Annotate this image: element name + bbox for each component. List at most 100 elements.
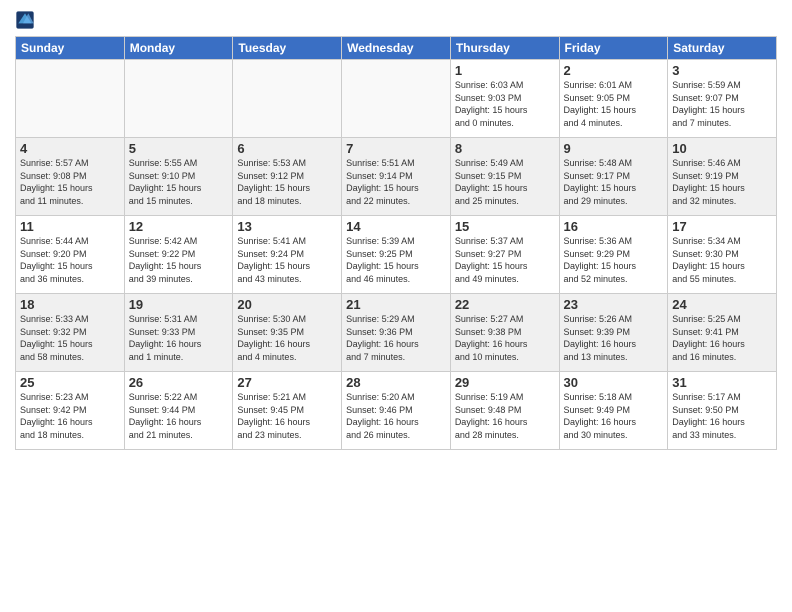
day-info: Sunrise: 5:31 AMSunset: 9:33 PMDaylight:… (129, 313, 229, 363)
day-info: Sunrise: 5:21 AMSunset: 9:45 PMDaylight:… (237, 391, 337, 441)
day-number: 1 (455, 63, 555, 78)
day-cell: 7Sunrise: 5:51 AMSunset: 9:14 PMDaylight… (342, 138, 451, 216)
day-info: Sunrise: 5:42 AMSunset: 9:22 PMDaylight:… (129, 235, 229, 285)
day-cell: 3Sunrise: 5:59 AMSunset: 9:07 PMDaylight… (668, 60, 777, 138)
day-info: Sunrise: 5:23 AMSunset: 9:42 PMDaylight:… (20, 391, 120, 441)
day-cell (233, 60, 342, 138)
day-cell: 21Sunrise: 5:29 AMSunset: 9:36 PMDayligh… (342, 294, 451, 372)
header-cell-friday: Friday (559, 37, 668, 60)
day-cell: 29Sunrise: 5:19 AMSunset: 9:48 PMDayligh… (450, 372, 559, 450)
day-cell: 24Sunrise: 5:25 AMSunset: 9:41 PMDayligh… (668, 294, 777, 372)
logo (15, 10, 37, 30)
day-number: 18 (20, 297, 120, 312)
day-info: Sunrise: 5:18 AMSunset: 9:49 PMDaylight:… (564, 391, 664, 441)
day-number: 16 (564, 219, 664, 234)
day-cell: 28Sunrise: 5:20 AMSunset: 9:46 PMDayligh… (342, 372, 451, 450)
header-cell-thursday: Thursday (450, 37, 559, 60)
day-info: Sunrise: 5:34 AMSunset: 9:30 PMDaylight:… (672, 235, 772, 285)
day-info: Sunrise: 5:29 AMSunset: 9:36 PMDaylight:… (346, 313, 446, 363)
day-cell: 22Sunrise: 5:27 AMSunset: 9:38 PMDayligh… (450, 294, 559, 372)
day-cell: 5Sunrise: 5:55 AMSunset: 9:10 PMDaylight… (124, 138, 233, 216)
day-number: 30 (564, 375, 664, 390)
day-cell: 17Sunrise: 5:34 AMSunset: 9:30 PMDayligh… (668, 216, 777, 294)
day-cell: 9Sunrise: 5:48 AMSunset: 9:17 PMDaylight… (559, 138, 668, 216)
day-number: 20 (237, 297, 337, 312)
day-number: 25 (20, 375, 120, 390)
day-cell: 13Sunrise: 5:41 AMSunset: 9:24 PMDayligh… (233, 216, 342, 294)
header-cell-tuesday: Tuesday (233, 37, 342, 60)
week-row-5: 25Sunrise: 5:23 AMSunset: 9:42 PMDayligh… (16, 372, 777, 450)
day-info: Sunrise: 5:36 AMSunset: 9:29 PMDaylight:… (564, 235, 664, 285)
header-cell-monday: Monday (124, 37, 233, 60)
day-number: 28 (346, 375, 446, 390)
day-info: Sunrise: 5:57 AMSunset: 9:08 PMDaylight:… (20, 157, 120, 207)
day-number: 17 (672, 219, 772, 234)
day-cell (124, 60, 233, 138)
day-info: Sunrise: 5:25 AMSunset: 9:41 PMDaylight:… (672, 313, 772, 363)
day-cell: 25Sunrise: 5:23 AMSunset: 9:42 PMDayligh… (16, 372, 125, 450)
day-info: Sunrise: 5:27 AMSunset: 9:38 PMDaylight:… (455, 313, 555, 363)
day-cell: 16Sunrise: 5:36 AMSunset: 9:29 PMDayligh… (559, 216, 668, 294)
day-cell (16, 60, 125, 138)
day-info: Sunrise: 5:53 AMSunset: 9:12 PMDaylight:… (237, 157, 337, 207)
header-cell-saturday: Saturday (668, 37, 777, 60)
day-info: Sunrise: 6:01 AMSunset: 9:05 PMDaylight:… (564, 79, 664, 129)
day-number: 4 (20, 141, 120, 156)
day-cell: 2Sunrise: 6:01 AMSunset: 9:05 PMDaylight… (559, 60, 668, 138)
day-cell: 23Sunrise: 5:26 AMSunset: 9:39 PMDayligh… (559, 294, 668, 372)
day-number: 21 (346, 297, 446, 312)
day-number: 8 (455, 141, 555, 156)
day-cell: 27Sunrise: 5:21 AMSunset: 9:45 PMDayligh… (233, 372, 342, 450)
day-info: Sunrise: 5:51 AMSunset: 9:14 PMDaylight:… (346, 157, 446, 207)
day-info: Sunrise: 5:48 AMSunset: 9:17 PMDaylight:… (564, 157, 664, 207)
day-cell: 8Sunrise: 5:49 AMSunset: 9:15 PMDaylight… (450, 138, 559, 216)
day-number: 10 (672, 141, 772, 156)
day-cell: 14Sunrise: 5:39 AMSunset: 9:25 PMDayligh… (342, 216, 451, 294)
day-cell (342, 60, 451, 138)
day-info: Sunrise: 5:19 AMSunset: 9:48 PMDaylight:… (455, 391, 555, 441)
day-cell: 19Sunrise: 5:31 AMSunset: 9:33 PMDayligh… (124, 294, 233, 372)
day-cell: 31Sunrise: 5:17 AMSunset: 9:50 PMDayligh… (668, 372, 777, 450)
day-info: Sunrise: 5:46 AMSunset: 9:19 PMDaylight:… (672, 157, 772, 207)
week-row-1: 1Sunrise: 6:03 AMSunset: 9:03 PMDaylight… (16, 60, 777, 138)
day-cell: 26Sunrise: 5:22 AMSunset: 9:44 PMDayligh… (124, 372, 233, 450)
day-cell: 6Sunrise: 5:53 AMSunset: 9:12 PMDaylight… (233, 138, 342, 216)
calendar-table: SundayMondayTuesdayWednesdayThursdayFrid… (15, 36, 777, 450)
day-number: 3 (672, 63, 772, 78)
day-info: Sunrise: 5:33 AMSunset: 9:32 PMDaylight:… (20, 313, 120, 363)
header-cell-sunday: Sunday (16, 37, 125, 60)
day-number: 23 (564, 297, 664, 312)
day-number: 31 (672, 375, 772, 390)
day-number: 9 (564, 141, 664, 156)
day-number: 11 (20, 219, 120, 234)
day-number: 14 (346, 219, 446, 234)
day-number: 2 (564, 63, 664, 78)
day-number: 15 (455, 219, 555, 234)
day-info: Sunrise: 5:37 AMSunset: 9:27 PMDaylight:… (455, 235, 555, 285)
day-cell: 30Sunrise: 5:18 AMSunset: 9:49 PMDayligh… (559, 372, 668, 450)
day-info: Sunrise: 5:44 AMSunset: 9:20 PMDaylight:… (20, 235, 120, 285)
day-cell: 12Sunrise: 5:42 AMSunset: 9:22 PMDayligh… (124, 216, 233, 294)
day-info: Sunrise: 5:55 AMSunset: 9:10 PMDaylight:… (129, 157, 229, 207)
day-number: 24 (672, 297, 772, 312)
day-info: Sunrise: 5:22 AMSunset: 9:44 PMDaylight:… (129, 391, 229, 441)
day-cell: 4Sunrise: 5:57 AMSunset: 9:08 PMDaylight… (16, 138, 125, 216)
day-cell: 20Sunrise: 5:30 AMSunset: 9:35 PMDayligh… (233, 294, 342, 372)
day-info: Sunrise: 5:30 AMSunset: 9:35 PMDaylight:… (237, 313, 337, 363)
week-row-2: 4Sunrise: 5:57 AMSunset: 9:08 PMDaylight… (16, 138, 777, 216)
day-info: Sunrise: 5:49 AMSunset: 9:15 PMDaylight:… (455, 157, 555, 207)
day-info: Sunrise: 5:20 AMSunset: 9:46 PMDaylight:… (346, 391, 446, 441)
header (15, 10, 777, 30)
day-number: 7 (346, 141, 446, 156)
day-number: 6 (237, 141, 337, 156)
week-row-3: 11Sunrise: 5:44 AMSunset: 9:20 PMDayligh… (16, 216, 777, 294)
day-number: 12 (129, 219, 229, 234)
day-number: 19 (129, 297, 229, 312)
day-number: 29 (455, 375, 555, 390)
day-info: Sunrise: 5:26 AMSunset: 9:39 PMDaylight:… (564, 313, 664, 363)
day-number: 22 (455, 297, 555, 312)
week-row-4: 18Sunrise: 5:33 AMSunset: 9:32 PMDayligh… (16, 294, 777, 372)
day-cell: 15Sunrise: 5:37 AMSunset: 9:27 PMDayligh… (450, 216, 559, 294)
day-number: 13 (237, 219, 337, 234)
day-cell: 10Sunrise: 5:46 AMSunset: 9:19 PMDayligh… (668, 138, 777, 216)
